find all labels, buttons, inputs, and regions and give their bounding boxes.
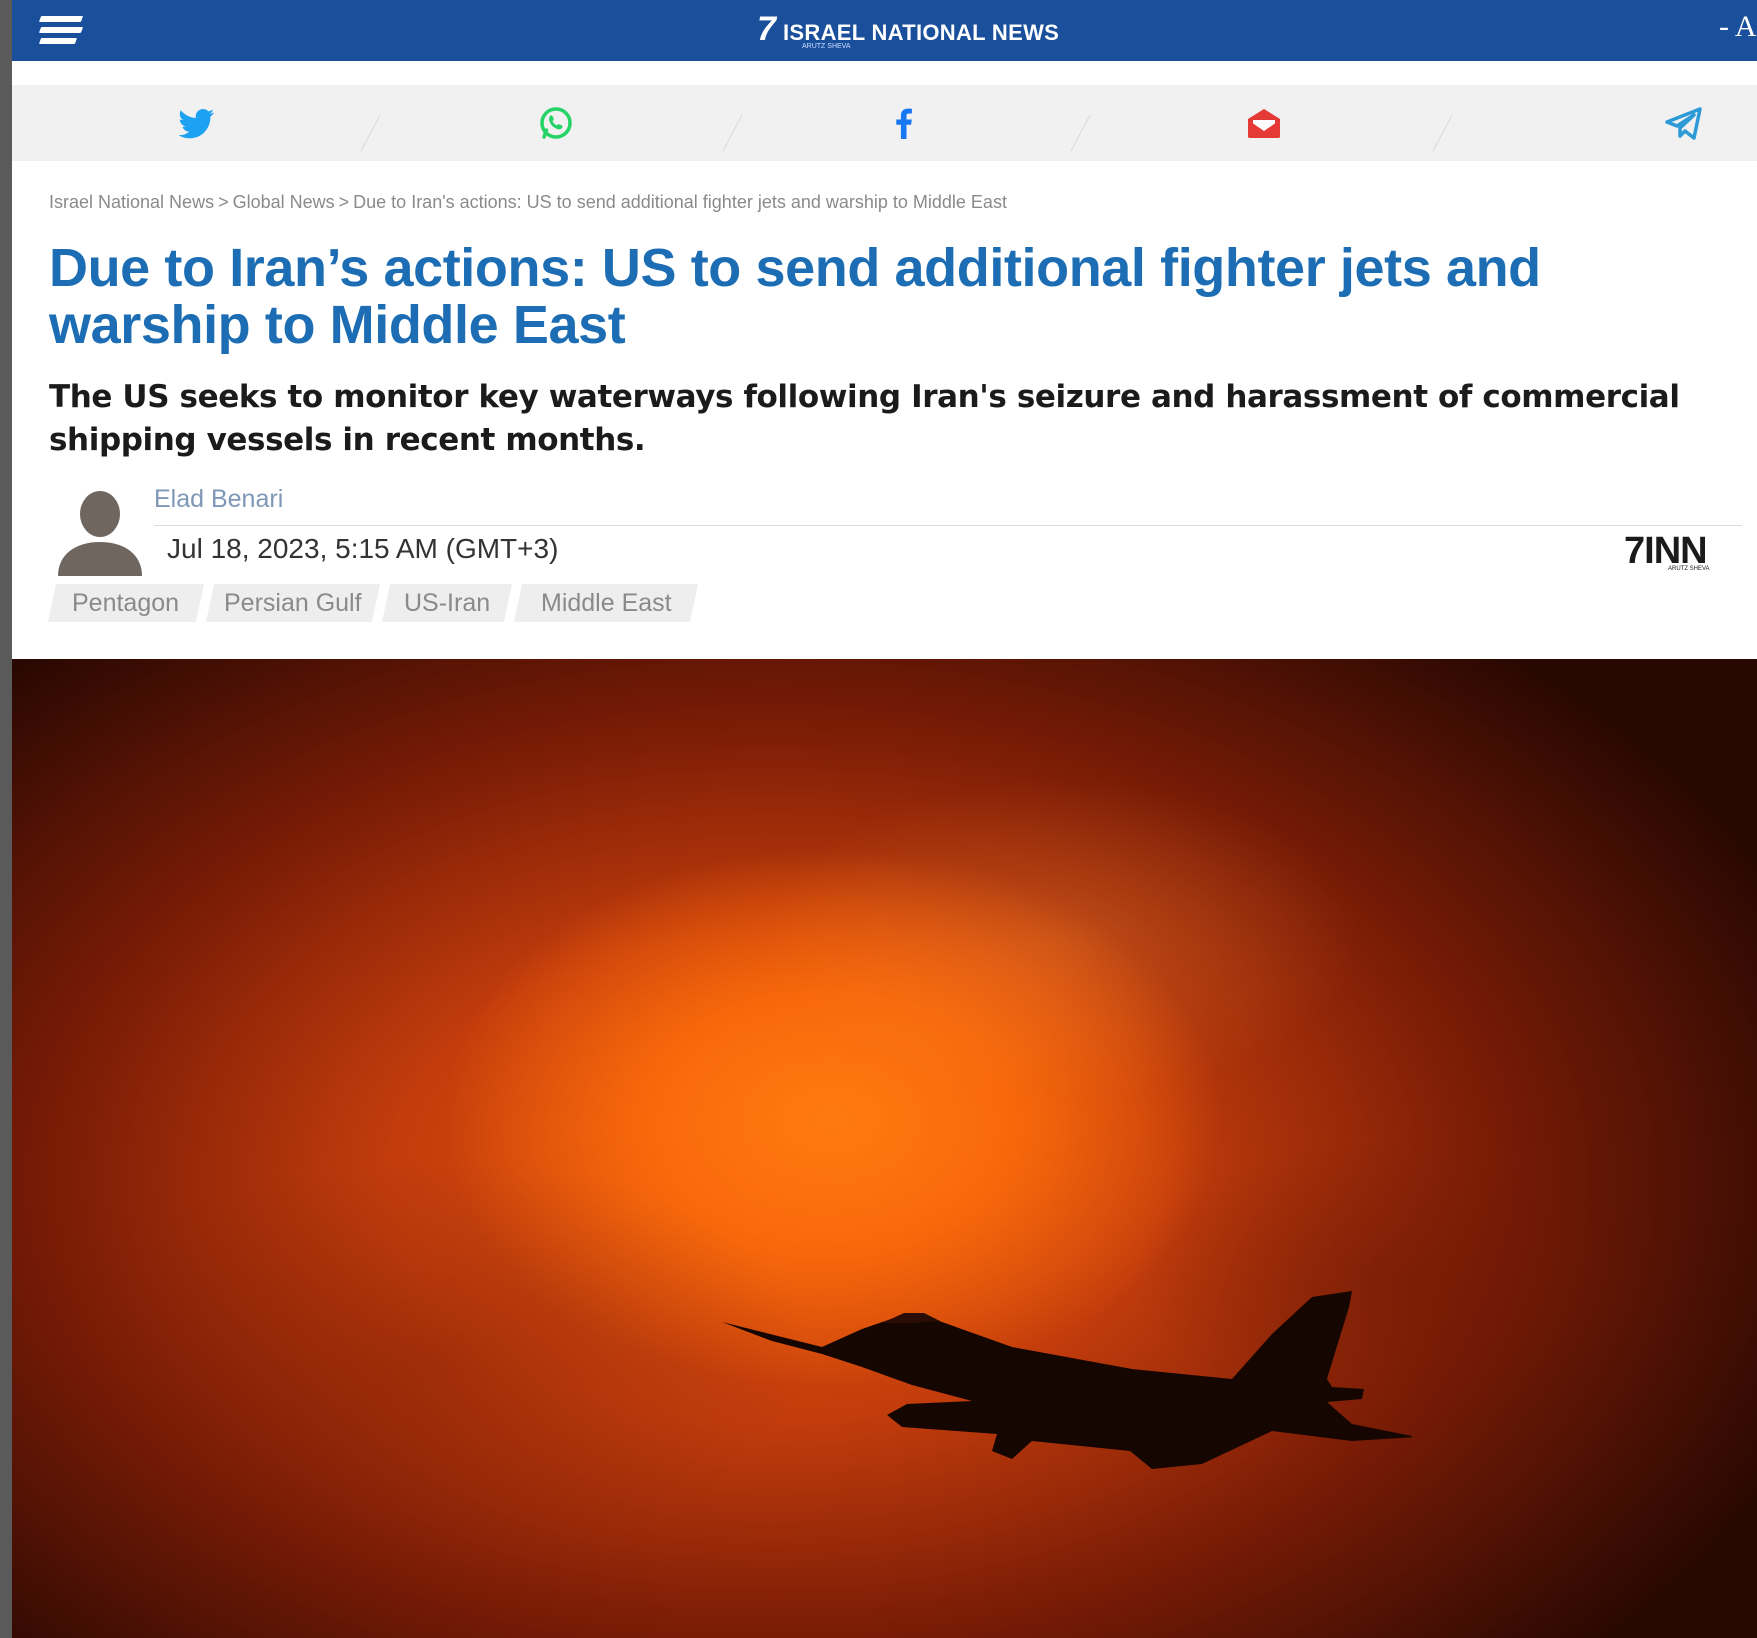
- logo-mark: 7: [757, 10, 776, 48]
- inn-logo-mark: 7: [1624, 530, 1645, 572]
- fighter-jet-silhouette: [722, 1291, 1412, 1469]
- breadcrumb-separator: >: [338, 192, 350, 212]
- author-avatar[interactable]: [52, 486, 148, 576]
- window-edge: [0, 0, 12, 1638]
- hero-image[interactable]: [12, 659, 1757, 1638]
- breadcrumb: Israel National News > Global News > Due to …: [49, 192, 1007, 213]
- article-page: 7 ISRAEL NATIONAL NEWS ARUTZ SHEVA - A I…: [12, 0, 1757, 1638]
- tag-us-iran[interactable]: US-Iran: [381, 584, 513, 622]
- share-separator: [360, 115, 381, 151]
- site-header: 7 ISRAEL NATIONAL NEWS ARUTZ SHEVA - A: [12, 0, 1757, 61]
- logo-subtext: ARUTZ SHEVA: [802, 43, 851, 50]
- font-size-control[interactable]: - A: [1719, 10, 1757, 44]
- tag-pentagon[interactable]: Pentagon: [47, 584, 205, 622]
- breadcrumb-item-global-news[interactable]: Global News: [233, 192, 335, 212]
- facebook-icon[interactable]: [880, 99, 928, 147]
- breadcrumb-item-current: Due to Iran's actions: US to send additi…: [353, 192, 1007, 212]
- menu-icon[interactable]: [38, 12, 88, 48]
- publish-date: Jul 18, 2023, 5:15 AM (GMT+3): [167, 533, 559, 564]
- article-subtitle: The US seeks to monitor key waterways fo…: [49, 379, 1680, 458]
- inn-logo: 7INN ARUTZ SHEVA: [1624, 530, 1710, 573]
- twitter-icon[interactable]: [172, 99, 220, 147]
- author-name[interactable]: Elad Benari: [154, 485, 283, 514]
- telegram-icon[interactable]: [1660, 99, 1708, 147]
- author-divider: [154, 525, 1742, 526]
- tag-label: Persian Gulf: [224, 589, 362, 617]
- breadcrumb-item-home[interactable]: Israel National News: [49, 192, 214, 212]
- tag-label: US-Iran: [403, 589, 491, 617]
- tag-middle-east[interactable]: Middle East: [513, 584, 699, 622]
- share-separator: [1070, 115, 1091, 151]
- breadcrumb-separator: >: [218, 192, 229, 212]
- tag-label: Middle East: [540, 589, 672, 617]
- share-bar: [12, 85, 1757, 161]
- hero-sky-texture: [12, 659, 1757, 1638]
- article-title: Due to Iran’s actions: US to send additi…: [49, 238, 1541, 355]
- share-separator: [1432, 115, 1453, 151]
- email-icon[interactable]: [1240, 99, 1288, 147]
- whatsapp-icon[interactable]: [532, 99, 580, 147]
- inn-logo-subtext: ARUTZ SHEVA: [1668, 566, 1710, 572]
- header-spacer: [12, 61, 1757, 85]
- share-separator: [722, 115, 743, 151]
- tag-label: Pentagon: [72, 589, 180, 617]
- tag-persian-gulf[interactable]: Persian Gulf: [205, 584, 381, 622]
